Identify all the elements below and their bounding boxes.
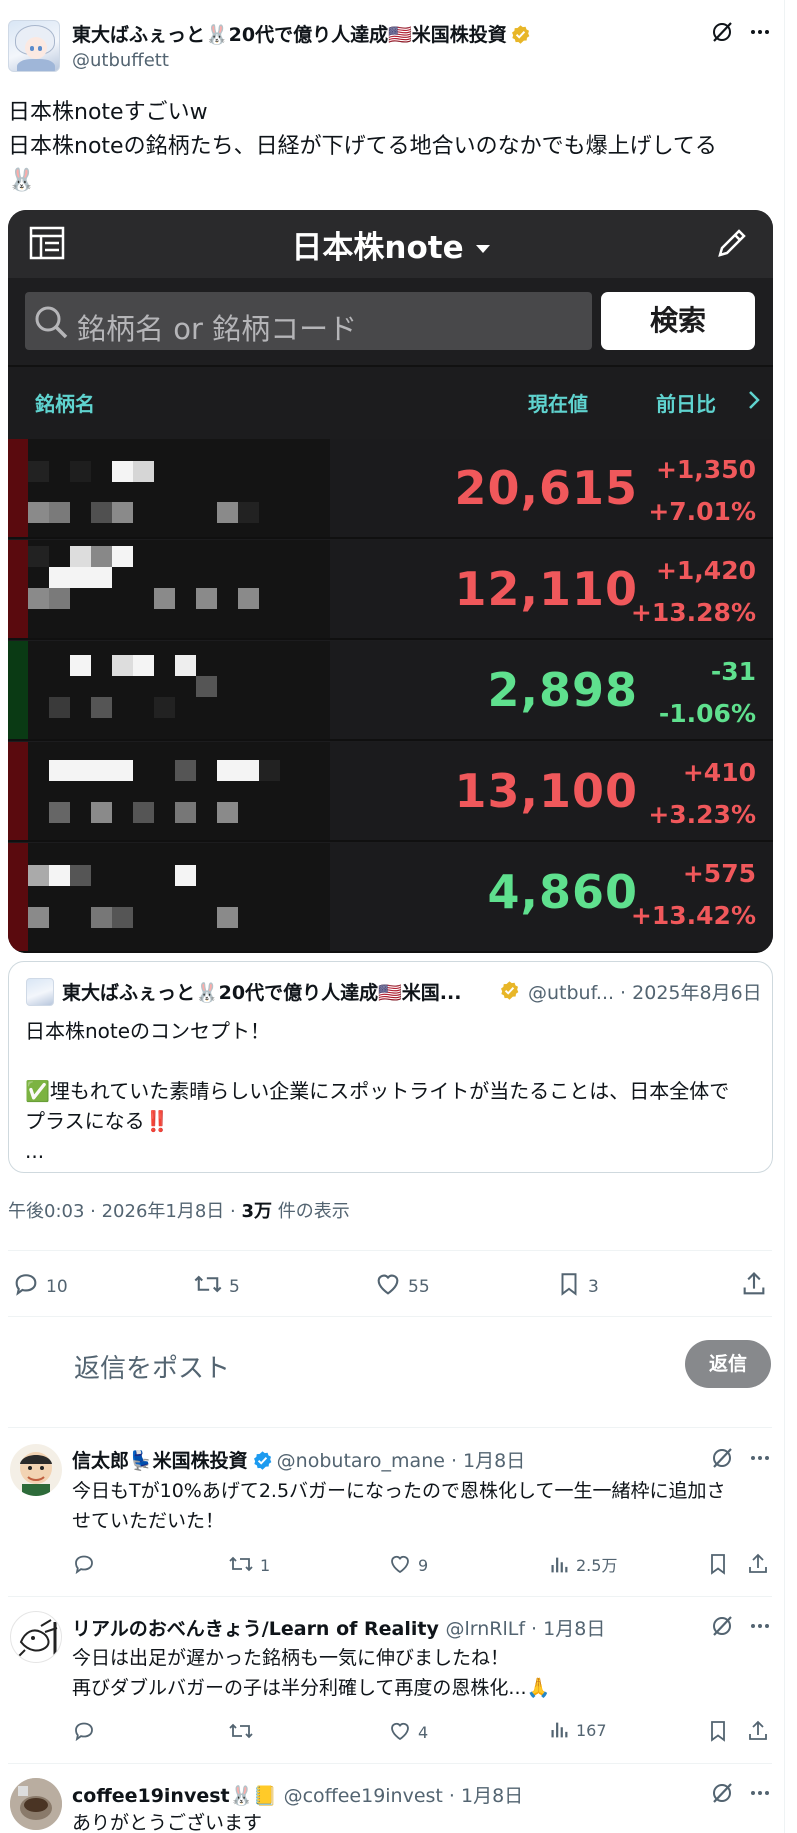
reply-icon bbox=[15, 1274, 37, 1296]
share-icon[interactable] bbox=[746, 1719, 770, 1743]
reply-text: ありがとうございます bbox=[72, 1812, 263, 1833]
stock-change: +410 +3.23% bbox=[648, 758, 756, 829]
stock-app-screenshot[interactable]: 日本株note 銘柄名 or 銘柄コード 検索 銘柄名 現在値 前日比 20,6… bbox=[8, 210, 773, 953]
stock-row: 13,100 +410 +3.23% bbox=[8, 742, 773, 842]
like-action[interactable]: 55 bbox=[374, 1270, 430, 1298]
author-avatar[interactable] bbox=[8, 20, 60, 72]
reply-icon[interactable] bbox=[72, 1719, 96, 1743]
post-timestamp[interactable]: 午後0:03 · 2026年1月8日 · 3万 件の表示 bbox=[8, 1197, 350, 1223]
reply-like-action[interactable]: 9 bbox=[388, 1552, 428, 1576]
views-chart-icon bbox=[551, 1722, 568, 1738]
grok-icon[interactable] bbox=[710, 20, 734, 44]
chevron-right-icon bbox=[749, 391, 760, 409]
more-options-icon[interactable] bbox=[748, 1446, 772, 1470]
more-options-icon[interactable] bbox=[748, 1781, 772, 1805]
stock-price: 13,100 bbox=[454, 764, 638, 818]
app-search-button: 検索 bbox=[601, 292, 755, 350]
grok-icon[interactable] bbox=[710, 1446, 734, 1470]
reply-submit-button[interactable]: 返信 bbox=[685, 1340, 771, 1388]
reply-author-avatar[interactable] bbox=[10, 1778, 62, 1830]
divider bbox=[8, 1250, 772, 1251]
stock-row: 20,615 +1,350 +7.01% bbox=[8, 439, 773, 539]
bookmark-icon[interactable] bbox=[706, 1552, 730, 1576]
reply-action[interactable]: 10 bbox=[12, 1270, 68, 1298]
reply-author-name[interactable]: coffee19invest🐰📒 @coffee19invest · 1月8日 bbox=[72, 1781, 523, 1808]
stock-change: +1,350 +7.01% bbox=[648, 455, 756, 526]
stock-price: 2,898 bbox=[487, 663, 638, 717]
grok-icon[interactable] bbox=[710, 1614, 734, 1638]
edit-pencil-icon bbox=[718, 229, 746, 257]
divider bbox=[8, 1316, 772, 1317]
quoted-post-text: 日本株noteのコンセプト！ ✅埋もれていた素晴らしい企業にスポットライトが当た… bbox=[25, 1019, 730, 1163]
app-search-placeholder: 銘柄名 or 銘柄コード bbox=[77, 312, 358, 346]
column-name: 銘柄名 bbox=[35, 392, 95, 416]
quoted-author-avatar bbox=[26, 978, 54, 1006]
stock-row: 2,898 -31 -1.06% bbox=[8, 641, 773, 741]
bookmark-icon[interactable] bbox=[706, 1719, 730, 1743]
post-text: 日本株noteすごいw 日本株noteの銘柄たち、日経が下げてる地合いのなかでも… bbox=[8, 100, 717, 193]
reply-author-avatar[interactable] bbox=[10, 1611, 62, 1663]
reply-author-name[interactable]: リアルのおべんきょう/Learn of Reality @lrnRlLf · 1… bbox=[72, 1614, 605, 1641]
reply-views-action[interactable]: 167 bbox=[548, 1719, 607, 1741]
divider bbox=[8, 1763, 772, 1764]
verified-gold-badge-icon bbox=[501, 981, 519, 1000]
verified-gold-badge-icon bbox=[511, 25, 530, 44]
heart-icon bbox=[377, 1274, 399, 1295]
heart-icon bbox=[391, 1722, 409, 1741]
bookmark-icon bbox=[561, 1273, 577, 1296]
repost-icon bbox=[194, 1275, 222, 1293]
reply-author-avatar[interactable] bbox=[10, 1444, 62, 1496]
blurred-stock-name bbox=[28, 742, 330, 840]
author-handle[interactable]: @utbuffett bbox=[72, 50, 169, 71]
reply-text: 今日は出足が遅かった銘柄も一気に伸びましたね！ 再びダブルバガーの子は半分利確して… bbox=[72, 1647, 551, 1699]
more-options-icon[interactable] bbox=[748, 20, 772, 44]
blurred-stock-name bbox=[28, 439, 330, 537]
stock-change: -31 -1.06% bbox=[658, 657, 756, 728]
divider bbox=[8, 1427, 772, 1428]
scrollbar-gutter bbox=[784, 0, 797, 1833]
column-price: 現在値 bbox=[528, 392, 588, 416]
views-chart-icon bbox=[551, 1557, 568, 1573]
reply-views-action[interactable]: 2.5万 bbox=[548, 1552, 617, 1576]
tweet-detail-page: 東大ばふぇっと🐰20代で億り人達成🇺🇸米国株投資 @utbuffett 日本株n… bbox=[0, 0, 797, 1833]
stock-price: 4,860 bbox=[487, 865, 638, 919]
reply-icon[interactable] bbox=[72, 1552, 96, 1576]
reply-repost-action[interactable] bbox=[228, 1719, 260, 1743]
repost-icon bbox=[229, 1556, 253, 1572]
stock-change: +575 +13.42% bbox=[630, 859, 756, 930]
share-icon[interactable] bbox=[746, 1552, 770, 1576]
divider bbox=[8, 1596, 772, 1597]
stock-change: +1,420 +13.28% bbox=[630, 556, 756, 627]
column-change: 前日比 bbox=[656, 392, 716, 416]
grok-icon[interactable] bbox=[710, 1781, 734, 1805]
stock-price: 12,110 bbox=[454, 562, 638, 616]
blurred-stock-name bbox=[28, 641, 330, 739]
verified-blue-badge-icon bbox=[253, 1451, 272, 1470]
author-name[interactable]: 東大ばふぇっと🐰20代で億り人達成🇺🇸米国株投資 bbox=[72, 20, 531, 47]
quoted-post[interactable]: 東大ばふぇっと🐰20代で億り人達成🇺🇸米国... @utbuf... · 202… bbox=[8, 961, 773, 1173]
heart-icon bbox=[391, 1555, 409, 1574]
blurred-stock-name bbox=[28, 843, 330, 951]
bookmark-action[interactable]: 3 bbox=[556, 1270, 599, 1298]
reply-author-name[interactable]: 信太郎💺米国株投資 @nobutaro_mane · 1月8日 bbox=[72, 1446, 525, 1473]
quoted-author-name: 東大ばふぇっと🐰20代で億り人達成🇺🇸米国... bbox=[62, 982, 462, 1004]
quoted-post-meta: @utbuf... · 2025年8月6日 bbox=[528, 982, 762, 1004]
reply-composer-input[interactable]: 返信をポスト bbox=[74, 1348, 230, 1385]
app-title: 日本株note bbox=[8, 222, 773, 267]
stock-row: 4,860 +575 +13.42% bbox=[8, 843, 773, 953]
reply-text: 今日もTが10%あげて2.5バガーになったので恩株化して一生一緒枠に追加さ せてい… bbox=[72, 1480, 726, 1532]
more-options-icon[interactable] bbox=[748, 1614, 772, 1638]
repost-action[interactable]: 5 bbox=[193, 1270, 240, 1298]
reply-repost-action[interactable]: 1 bbox=[228, 1552, 270, 1576]
share-icon[interactable] bbox=[740, 1270, 768, 1298]
search-icon bbox=[35, 306, 68, 339]
blurred-stock-name bbox=[28, 540, 330, 638]
stock-row: 12,110 +1,420 +13.28% bbox=[8, 540, 773, 640]
reply-like-action[interactable]: 4 bbox=[388, 1719, 428, 1743]
chevron-down-icon bbox=[475, 245, 490, 253]
repost-icon bbox=[229, 1723, 253, 1739]
stock-price: 20,615 bbox=[454, 461, 638, 515]
